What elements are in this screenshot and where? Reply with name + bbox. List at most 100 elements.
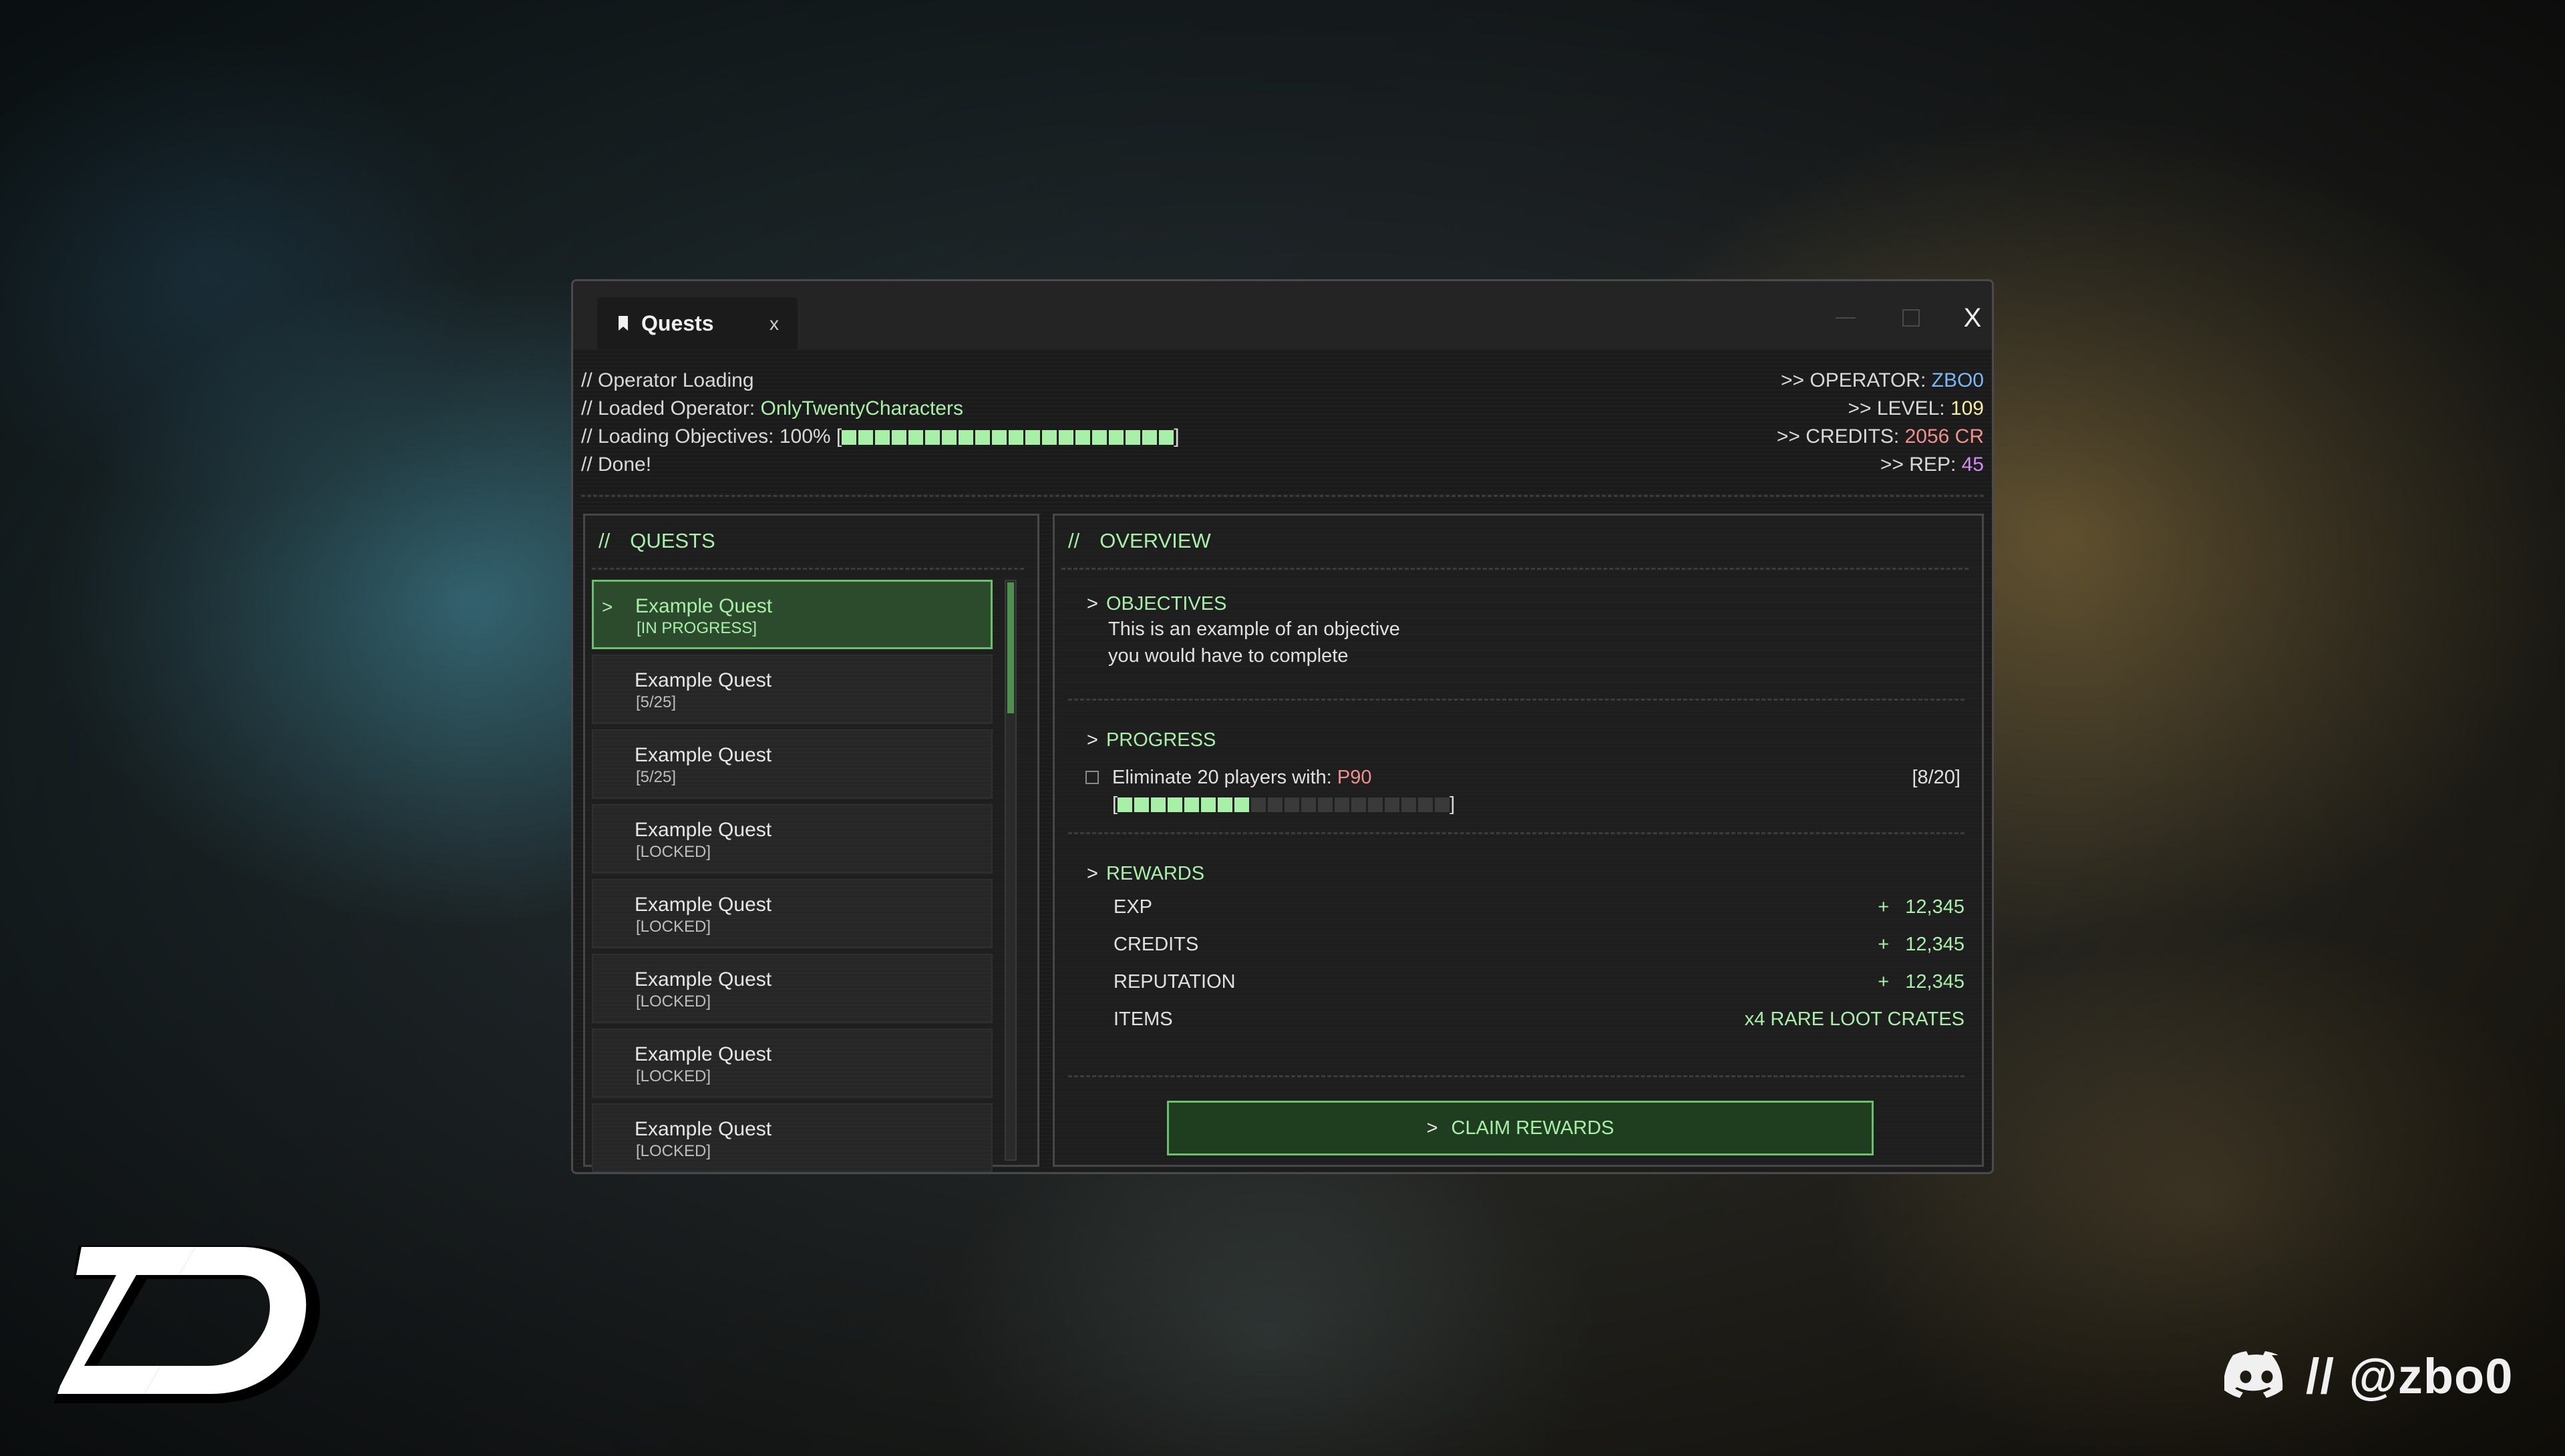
rewards-divider xyxy=(1068,1075,1964,1077)
reward-row: CREDITS + 12,345 xyxy=(1114,934,1964,960)
progress-segment xyxy=(1009,430,1024,445)
progress-segment xyxy=(1234,797,1250,812)
chevron-right-icon: > xyxy=(1087,729,1098,751)
reward-row: REPUTATION + 12,345 xyxy=(1114,971,1964,998)
scrollbar-thumb[interactable] xyxy=(1007,582,1014,713)
progress-segment xyxy=(1401,797,1417,812)
tab-title: Quests xyxy=(641,311,714,335)
quest-status: [5/25] xyxy=(636,768,677,786)
quest-list-item[interactable]: Example Quest [LOCKED] xyxy=(592,879,993,948)
quest-list-item[interactable]: Example Quest [LOCKED] xyxy=(592,1103,993,1172)
tab-quests[interactable]: Quests x xyxy=(597,297,798,349)
progress-segment xyxy=(1268,797,1283,812)
quests-panel-title: //QUESTS xyxy=(598,529,715,552)
reward-label: ITEMS xyxy=(1114,1009,1173,1030)
progress-segment xyxy=(908,430,924,445)
discord-handle: // @zbo0 xyxy=(2306,1348,2514,1404)
loading-progress-bar xyxy=(842,430,1174,445)
progress-segment xyxy=(1385,797,1400,812)
progress-segment xyxy=(1159,430,1174,445)
quest-name: Example Quest xyxy=(635,894,772,916)
objective-description: This is an example of an objective you w… xyxy=(1108,618,1400,667)
progress-segment xyxy=(1025,430,1041,445)
progress-segment xyxy=(959,430,974,445)
task-progress-bar xyxy=(1118,797,1450,812)
stat-credits: >> CREDITS: 2056 CR xyxy=(1776,425,1984,447)
title-bar: Quests x X xyxy=(573,281,1992,349)
reward-value: + 12,345 xyxy=(1878,971,1964,992)
minimize-button[interactable] xyxy=(1829,301,1862,335)
progress-segment xyxy=(1042,430,1057,445)
chevron-right-icon: > xyxy=(1426,1117,1438,1139)
quest-status: [LOCKED] xyxy=(636,843,711,861)
tab-close-button[interactable]: x xyxy=(770,313,779,335)
claim-rewards-button[interactable]: > CLAIM REWARDS xyxy=(1167,1101,1874,1155)
progress-segment xyxy=(992,430,1007,445)
quests-panel: //QUESTS > Example Quest [IN PROGRESS] Exam… xyxy=(583,514,1039,1172)
progress-segment xyxy=(942,430,957,445)
quest-list-item[interactable]: Example Quest [5/25] xyxy=(592,655,993,724)
progress-segment xyxy=(1168,797,1183,812)
progress-heading: > PROGRESS xyxy=(1087,729,1216,751)
quest-name: Example Quest xyxy=(635,1118,772,1140)
progress-segment xyxy=(842,430,857,445)
console-line: // Done! xyxy=(581,453,652,476)
quest-list-scrollbar[interactable] xyxy=(1005,580,1017,1161)
quest-status: [5/25] xyxy=(636,693,677,711)
quest-list-item[interactable]: > Example Quest [IN PROGRESS] xyxy=(592,580,993,649)
progress-segment xyxy=(1301,797,1317,812)
progress-segment xyxy=(1184,797,1200,812)
reward-label: EXP xyxy=(1114,896,1153,918)
task-progress: [] xyxy=(1112,793,1456,815)
quest-list-item[interactable]: Example Quest [5/25] xyxy=(592,729,993,799)
reward-row: ITEMS x4 RARE LOOT CRATES xyxy=(1114,1009,1964,1035)
objectives-divider xyxy=(1068,699,1964,701)
maximize-button[interactable] xyxy=(1894,301,1928,335)
quest-list-item[interactable]: Example Quest [LOCKED] xyxy=(592,954,993,1023)
progress-segment xyxy=(1351,797,1367,812)
loaded-operator-name: OnlyTwentyCharacters xyxy=(760,397,963,419)
progress-segment xyxy=(1201,797,1216,812)
progress-segment xyxy=(1059,430,1074,445)
progress-segment xyxy=(1092,430,1107,445)
console-line: // Loading Objectives: 100% [] xyxy=(581,425,1180,447)
progress-segment xyxy=(1134,797,1150,812)
maximize-icon xyxy=(1902,309,1920,327)
console-line: // Loaded Operator: OnlyTwentyCharacters xyxy=(581,397,963,419)
console-line: // Operator Loading xyxy=(581,369,754,391)
reward-label: REPUTATION xyxy=(1114,971,1236,992)
progress-segment xyxy=(1142,430,1158,445)
reward-value: + 12,345 xyxy=(1878,934,1964,955)
task-description: Eliminate 20 players with: P90 xyxy=(1112,767,1372,788)
reward-row: EXP + 12,345 xyxy=(1114,896,1964,923)
progress-segment xyxy=(1318,797,1333,812)
overview-panel: //OVERVIEW > OBJECTIVES This is an exampl… xyxy=(1053,514,1984,1167)
quest-status: [LOCKED] xyxy=(636,1142,711,1160)
progress-segment xyxy=(858,430,874,445)
header-divider xyxy=(581,495,1984,497)
quest-list-item[interactable]: Example Quest [LOCKED] xyxy=(592,804,993,874)
bookmark-icon xyxy=(619,316,628,331)
task-count: [8/20] xyxy=(1912,767,1960,788)
quest-list-item[interactable]: Example Quest [LOCKED] xyxy=(592,1029,993,1098)
quests-panel-divider xyxy=(592,568,1024,570)
close-button[interactable]: X xyxy=(1956,301,1989,335)
progress-segment xyxy=(1218,797,1233,812)
chevron-right-icon: > xyxy=(1087,593,1098,614)
rewards-heading: > REWARDS xyxy=(1087,863,1205,884)
stat-rep: >> REP: 45 xyxy=(1880,453,1984,476)
progress-segment xyxy=(1118,797,1133,812)
quests-window: Quests x X // Operator Loading // Loaded… xyxy=(571,279,1994,1174)
task-weapon: P90 xyxy=(1337,767,1372,788)
progress-segment xyxy=(892,430,907,445)
reward-value: + 12,345 xyxy=(1878,896,1964,918)
task-checkbox[interactable] xyxy=(1085,771,1099,784)
operator-stats: >> OPERATOR: ZBO0 >> LEVEL: 109 >> CREDI… xyxy=(1777,367,1984,479)
chevron-right-icon: > xyxy=(602,596,613,617)
reward-value: x4 RARE LOOT CRATES xyxy=(1744,1009,1964,1030)
reward-label: CREDITS xyxy=(1114,934,1199,955)
stat-operator: >> OPERATOR: ZBO0 xyxy=(1781,369,1984,391)
progress-segment xyxy=(1251,797,1266,812)
progress-segment xyxy=(925,430,940,445)
quest-status: [LOCKED] xyxy=(636,918,711,936)
